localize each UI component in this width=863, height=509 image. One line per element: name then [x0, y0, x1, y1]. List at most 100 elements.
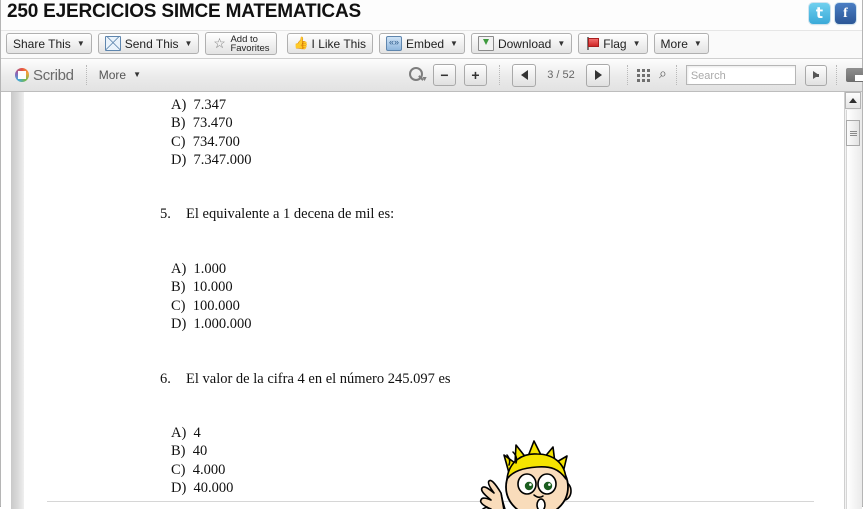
send-this-button[interactable]: Send This ▼	[97, 33, 200, 54]
page-title: 250 EJERCICIOS SIMCE MATEMATICAS	[7, 1, 361, 22]
option-item: D) 1.000.000	[171, 315, 252, 332]
grip-lines-icon	[849, 130, 857, 136]
chevron-down-icon: ▼	[693, 38, 702, 48]
fullscreen-button[interactable]	[845, 68, 863, 82]
scroll-up-button[interactable]	[845, 92, 861, 109]
viewer-more-menu[interactable]: More ▼	[99, 68, 141, 82]
viewport-left-margin	[1, 92, 11, 509]
thumbs-up-icon: 👍	[293, 36, 309, 50]
chevron-down-icon: ▼	[184, 38, 193, 48]
title-bar: 250 EJERCICIOS SIMCE MATEMATICAS t f	[1, 0, 862, 30]
embed-icon: «»	[386, 36, 403, 51]
page-bottom-edge	[47, 501, 814, 502]
chevron-down-icon: ▼	[557, 38, 566, 48]
question-5: 5. El equivalente a 1 decena de mil es:	[131, 187, 561, 242]
caret-up-icon	[849, 98, 857, 103]
option-item: A) 7.347	[171, 97, 227, 113]
option-item: C) 100.000	[171, 297, 240, 314]
search-icon[interactable]: ▼	[409, 67, 428, 83]
document-viewport: A) 7.347 B) 73.470 C) 734.700 D) 7.347.0…	[1, 92, 862, 509]
social-share-group: t f	[809, 3, 856, 24]
i-like-this-label: I Like This	[311, 36, 367, 51]
page-indicator[interactable]: 3 / 52	[544, 69, 578, 81]
add-to-favorites-button[interactable]: ☆ Add to Favorites	[205, 32, 277, 55]
scribd-mark-icon	[15, 68, 29, 82]
question-6-text: El valor de la cifra 4 en el número 245.…	[186, 370, 451, 387]
option-item: C) 734.700	[171, 133, 240, 150]
scrollbar-thumb[interactable]	[846, 120, 860, 146]
chevron-down-icon: ▼	[632, 38, 641, 48]
search-input[interactable]	[686, 67, 795, 85]
toolbar-divider	[85, 65, 87, 85]
zoom-in-button[interactable]: +	[464, 64, 487, 86]
question-6: 6. El valor de la cifra 4 en el número 24…	[131, 351, 561, 406]
option-item: B) 10.000	[171, 279, 233, 296]
viewer-more-label: More	[98, 68, 127, 82]
arrow-right-icon	[812, 71, 819, 79]
vertical-scrollbar[interactable]	[844, 92, 862, 509]
browser-page: 250 EJERCICIOS SIMCE MATEMATICAS t f Sha…	[0, 0, 863, 509]
download-icon	[477, 36, 494, 51]
search-submit-button[interactable]	[804, 64, 827, 86]
grid-view-icon[interactable]	[637, 68, 650, 82]
page-gutter-shadow	[11, 92, 24, 509]
facebook-glyph: f	[843, 5, 848, 21]
download-button[interactable]: Download ▼	[470, 33, 573, 54]
viewer-toolbar: Scribd More ▼ ▼ − + 3 / 52 ⌕	[1, 59, 863, 92]
scribd-wordmark: Scribd	[33, 66, 74, 84]
viewer-toolbar-center: ▼ − + 3 / 52	[409, 59, 610, 91]
flag-button[interactable]: Flag ▼	[578, 33, 648, 54]
viewer-toolbar-right: ⌕	[627, 59, 863, 91]
option-item: B) 73.470	[171, 115, 233, 132]
i-like-this-button[interactable]: 👍 I Like This	[286, 33, 374, 54]
share-button-row: Share This ▼ Send This ▼ ☆ Add to Favori…	[6, 32, 709, 55]
scrollbar-track[interactable]	[846, 110, 862, 509]
toolbar-divider	[499, 65, 500, 85]
flag-label: Flag	[603, 36, 627, 51]
chevron-down-icon: ▼	[421, 76, 428, 83]
chevron-down-icon: ▼	[450, 38, 458, 48]
facebook-icon[interactable]: f	[835, 3, 856, 24]
twitter-glyph: t	[815, 4, 824, 22]
question-5-number: 5.	[160, 206, 171, 223]
share-toolbar: Share This ▼ Send This ▼ ☆ Add to Favori…	[1, 30, 862, 59]
option-item: A) 1.000	[171, 261, 227, 278]
share-this-label: Share This	[13, 36, 71, 51]
cartoon-boy-illustration	[479, 440, 572, 509]
search-input-wrapper[interactable]	[685, 65, 796, 85]
flag-icon	[585, 37, 600, 50]
chevron-down-icon: ▼	[133, 70, 141, 79]
next-page-button[interactable]	[586, 63, 610, 87]
chevron-down-icon: ▼	[76, 38, 85, 48]
chevron-right-icon	[594, 70, 602, 80]
question-5-text: El equivalente a 1 decena de mil es:	[186, 206, 395, 223]
toolbar-divider	[627, 65, 628, 85]
more-label: More	[660, 36, 688, 51]
option-item: D) 7.347.000	[171, 151, 252, 168]
scribd-logo[interactable]: Scribd	[15, 67, 74, 84]
option-list: A) 1.000 B) 10.000 C) 100.000 D) 1.000.0…	[131, 260, 561, 333]
embed-label: Embed	[406, 36, 445, 51]
toolbar-divider	[835, 65, 837, 85]
zoom-out-button[interactable]: −	[433, 64, 456, 86]
twitter-icon[interactable]: t	[809, 3, 830, 24]
question-6-number: 6.	[160, 370, 171, 387]
text-select-icon[interactable]: ⌕	[659, 68, 667, 82]
viewer-toolbar-left: Scribd More ▼	[15, 59, 141, 91]
option-list: A) 7.347 B) 73.470 C) 734.700 D) 7.347.0…	[131, 96, 561, 169]
star-icon: ☆	[213, 35, 226, 51]
previous-page-button[interactable]	[512, 63, 536, 87]
more-button[interactable]: More ▼	[653, 33, 709, 54]
download-label: Download	[497, 36, 552, 51]
embed-button[interactable]: «» Embed ▼	[379, 33, 465, 54]
send-this-label: Send This	[124, 36, 179, 51]
chevron-left-icon	[520, 70, 528, 80]
envelope-icon	[104, 36, 121, 51]
toolbar-divider	[675, 65, 677, 85]
add-to-favorites-label-line2: Favorites	[230, 42, 270, 54]
share-this-button[interactable]: Share This ▼	[6, 33, 92, 54]
